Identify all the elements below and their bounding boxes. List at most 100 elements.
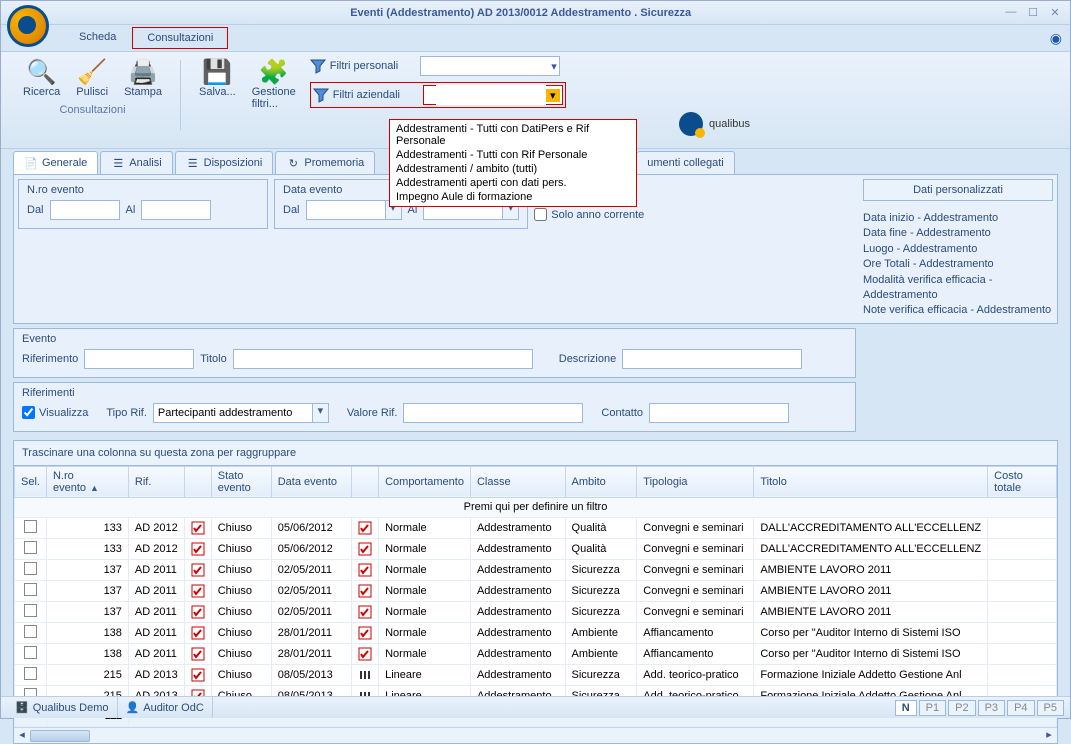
page-p1[interactable]: P1: [919, 700, 946, 716]
col-comp[interactable]: Comportamento: [379, 466, 471, 497]
tipo-rif-select[interactable]: [153, 403, 313, 423]
col-costo[interactable]: Costo totale: [988, 466, 1057, 497]
comp-icon: [358, 521, 372, 535]
filtri-aziendali-combo[interactable]: ▾: [423, 85, 563, 105]
pulisci-button[interactable]: 🧹 Pulisci: [68, 56, 116, 100]
table-row[interactable]: 215AD 2013Chiuso08/05/2013LineareAddestr…: [15, 664, 1057, 685]
solo-anno-checkbox[interactable]: Solo anno corrente: [534, 208, 694, 221]
dropdown-option[interactable]: Addestramenti aperti con dati pers.: [392, 176, 634, 190]
filtri-aziendali-input[interactable]: [436, 85, 546, 105]
maximize-button[interactable]: ☐: [1024, 6, 1042, 20]
rif-check-icon: [191, 668, 205, 682]
nro-al-input[interactable]: [141, 200, 211, 220]
minimize-button[interactable]: —: [1002, 6, 1020, 20]
col-ambito[interactable]: Ambito: [565, 466, 637, 497]
comp-icon: [358, 668, 372, 682]
dropdown-option[interactable]: Addestramenti - Tutti con DatiPers e Rif…: [392, 122, 634, 148]
brand-icon: [679, 112, 703, 136]
evento-fieldset: Evento Riferimento Titolo Descrizione: [13, 328, 856, 378]
titolo-input[interactable]: [233, 349, 533, 369]
col-stato[interactable]: Stato evento: [211, 466, 271, 497]
descrizione-input[interactable]: [622, 349, 802, 369]
page-p5[interactable]: P5: [1037, 700, 1064, 716]
row-checkbox[interactable]: [24, 646, 37, 659]
col-classe[interactable]: Classe: [470, 466, 565, 497]
page-p4[interactable]: P4: [1007, 700, 1034, 716]
gestione-filtri-button[interactable]: 🧩 Gestione filtri...: [244, 56, 304, 132]
tab-documenti[interactable]: umenti collegati: [637, 151, 734, 174]
page-p2[interactable]: P2: [948, 700, 975, 716]
col-nro[interactable]: N.ro evento▲: [46, 466, 128, 497]
dropdown-option[interactable]: Impegno Aule di formazione: [392, 190, 634, 204]
table-row[interactable]: 138AD 2011Chiuso28/01/2011NormaleAddestr…: [15, 643, 1057, 664]
scroll-thumb[interactable]: [30, 730, 90, 742]
page-buttons: N P1 P2 P3 P4 P5: [893, 700, 1064, 716]
scroll-left-icon[interactable]: ◂: [14, 728, 30, 744]
nro-dal-input[interactable]: [50, 200, 120, 220]
table-row[interactable]: 137AD 2011Chiuso02/05/2011NormaleAddestr…: [15, 580, 1057, 601]
tab-analisi[interactable]: ☰Analisi: [100, 151, 172, 174]
col-rif-icon[interactable]: [184, 466, 211, 497]
scroll-right-icon[interactable]: ▸: [1041, 728, 1057, 744]
ricerca-button[interactable]: 🔍 Ricerca: [15, 56, 68, 100]
table-row[interactable]: 133AD 2012Chiuso05/06/2012NormaleAddestr…: [15, 517, 1057, 538]
col-titolo[interactable]: Titolo: [754, 466, 988, 497]
database-icon: 🗄️: [15, 701, 29, 714]
menu-consultazioni[interactable]: Consultazioni: [132, 27, 228, 49]
column-headers: Sel. N.ro evento▲ Rif. Stato evento Data…: [15, 466, 1057, 497]
list-icon: ☰: [186, 156, 200, 170]
statusbar: 🗄️ Qualibus Demo 👤 Auditor OdC N P1 P2 P…: [1, 696, 1070, 718]
table-row[interactable]: 133AD 2012Chiuso05/06/2012NormaleAddestr…: [15, 538, 1057, 559]
valore-rif-input[interactable]: [403, 403, 583, 423]
dati-list: Data inizio - Addestramento Data fine - …: [863, 211, 1053, 319]
col-rif[interactable]: Rif.: [128, 466, 184, 497]
rif-check-icon: [191, 584, 205, 598]
filtri-aziendali-label: Filtri aziendali: [333, 89, 423, 101]
filtri-aziendali-dropdown[interactable]: Addestramenti - Tutti con DatiPers e Rif…: [389, 119, 637, 207]
filtri-personali-combo[interactable]: ▾: [420, 56, 560, 76]
doc-icon: 📄: [24, 156, 38, 170]
col-sel[interactable]: Sel.: [15, 466, 47, 497]
col-tipologia[interactable]: Tipologia: [637, 466, 754, 497]
filtri-personali-label: Filtri personali: [330, 60, 420, 72]
filter-manage-icon: 🧩: [259, 58, 289, 86]
salva-button[interactable]: 💾 Salva...: [191, 56, 244, 132]
row-checkbox[interactable]: [24, 667, 37, 680]
row-checkbox[interactable]: [24, 625, 37, 638]
riferimento-input[interactable]: [84, 349, 194, 369]
horizontal-scrollbar[interactable]: ◂ ▸: [14, 727, 1057, 743]
table-row[interactable]: 137AD 2011Chiuso02/05/2011NormaleAddestr…: [15, 559, 1057, 580]
row-checkbox[interactable]: [24, 562, 37, 575]
data-dal-input[interactable]: [306, 200, 386, 220]
col-comp-icon[interactable]: [352, 466, 379, 497]
rif-check-icon: [191, 563, 205, 577]
row-checkbox[interactable]: [24, 520, 37, 533]
close-button[interactable]: ✕: [1046, 6, 1064, 20]
tab-generale[interactable]: 📄Generale: [13, 151, 98, 174]
stampa-button[interactable]: 🖨️ Stampa: [116, 56, 170, 100]
contatto-input[interactable]: [649, 403, 789, 423]
group-by-bar[interactable]: Trascinare una colonna su questa zona pe…: [14, 441, 1057, 466]
row-checkbox[interactable]: [24, 541, 37, 554]
page-p3[interactable]: P3: [978, 700, 1005, 716]
visualizza-checkbox[interactable]: Visualizza: [22, 406, 88, 419]
dropdown-option[interactable]: Addestramenti / ambito (tutti): [392, 162, 634, 176]
table-row[interactable]: 137AD 2011Chiuso02/05/2011NormaleAddestr…: [15, 601, 1057, 622]
dropdown-option[interactable]: Addestramenti - Tutti con Rif Personale: [392, 148, 634, 162]
comp-icon: [358, 647, 372, 661]
filter-row[interactable]: Premi qui per definire un filtro: [15, 497, 1057, 517]
dati-personalizzati-button[interactable]: Dati personalizzati: [863, 179, 1053, 201]
help-icon[interactable]: ◉: [1050, 30, 1062, 47]
table-row[interactable]: 138AD 2011Chiuso28/01/2011NormaleAddestr…: [15, 622, 1057, 643]
tab-disposizioni[interactable]: ☰Disposizioni: [175, 151, 274, 174]
comp-icon: [358, 563, 372, 577]
tab-promemoria[interactable]: ↻Promemoria: [275, 151, 375, 174]
row-checkbox[interactable]: [24, 604, 37, 617]
row-checkbox[interactable]: [24, 583, 37, 596]
funnel-icon: [310, 58, 326, 74]
page-n[interactable]: N: [895, 700, 917, 716]
menu-scheda[interactable]: Scheda: [65, 27, 130, 49]
col-data[interactable]: Data evento: [271, 466, 351, 497]
chevron-down-icon[interactable]: ▾: [313, 403, 329, 423]
app-logo[interactable]: [7, 5, 49, 47]
